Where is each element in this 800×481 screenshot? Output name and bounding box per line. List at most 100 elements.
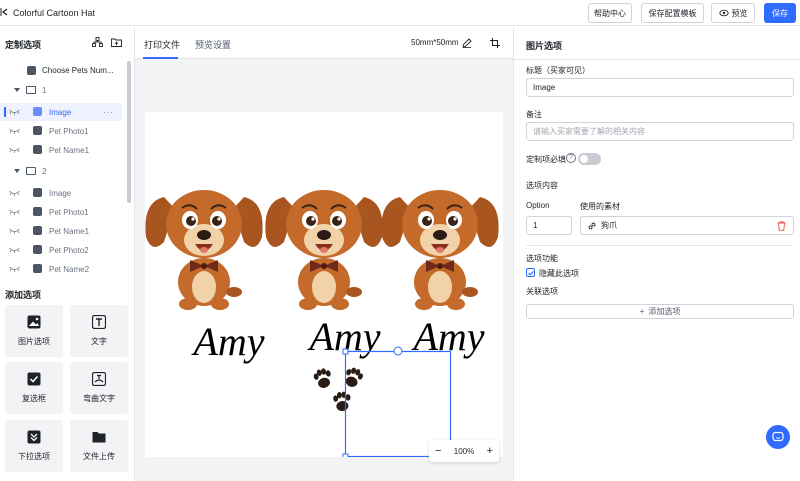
help-center-button[interactable]: 帮助中心 bbox=[588, 3, 632, 23]
save-template-button[interactable]: 保存配置模板 bbox=[641, 3, 704, 23]
more-options-icon[interactable]: ··· bbox=[103, 108, 114, 117]
eye-hidden-icon[interactable] bbox=[9, 247, 20, 253]
hierarchy-icon[interactable] bbox=[92, 37, 103, 47]
design-header: 打印文件 预览设置 50mm*50mm bbox=[135, 27, 513, 59]
tree-item-label: Pet Photo1 bbox=[49, 207, 89, 217]
add-folder-icon[interactable] bbox=[111, 37, 122, 47]
crop-icon[interactable] bbox=[490, 38, 500, 48]
folder-icon bbox=[26, 167, 36, 175]
divider bbox=[514, 59, 800, 60]
tab-preview-settings[interactable]: 预览设置 bbox=[195, 38, 231, 51]
curved-text-icon bbox=[92, 372, 106, 386]
pet-name-text-3: Amy bbox=[410, 314, 484, 359]
add-file-upload-option-tile[interactable]: 文件上传 bbox=[70, 420, 128, 472]
tree-item-label: 1 bbox=[42, 85, 47, 95]
text-icon bbox=[33, 226, 42, 235]
back-icon[interactable] bbox=[0, 7, 10, 17]
resize-handle bbox=[342, 348, 349, 355]
tree-item-pet-photo1[interactable]: Pet Photo1 bbox=[0, 122, 122, 140]
paw-print-1 bbox=[312, 366, 334, 390]
eye-hidden-icon[interactable] bbox=[9, 190, 20, 196]
add-checkbox-option-tile[interactable]: 复选框 bbox=[5, 362, 63, 414]
tree-group-2[interactable]: 2 bbox=[0, 162, 122, 180]
tree-item-label: Pet Name1 bbox=[49, 226, 90, 236]
caret-down-icon[interactable] bbox=[14, 169, 20, 173]
folder-icon bbox=[26, 86, 36, 94]
chat-icon bbox=[772, 431, 784, 442]
title-input[interactable]: Image bbox=[526, 78, 794, 97]
preview-label: 预览 bbox=[731, 8, 748, 18]
tree-item-pet-name1[interactable]: Pet Name1 bbox=[0, 222, 122, 240]
tree-scrollbar[interactable] bbox=[127, 61, 131, 203]
required-toggle[interactable] bbox=[578, 153, 601, 165]
active-tab-indicator bbox=[143, 57, 178, 59]
print-canvas[interactable]: Amy Amy Amy bbox=[144, 112, 503, 460]
preview-button[interactable]: 预览 bbox=[711, 3, 755, 23]
eye-hidden-icon[interactable] bbox=[9, 109, 20, 115]
option-icon bbox=[27, 65, 36, 75]
tile-label: 弯曲文字 bbox=[83, 394, 115, 403]
eye-hidden-icon[interactable] bbox=[9, 266, 20, 272]
tree-item-pet-name2[interactable]: Pet Name2 bbox=[0, 260, 122, 278]
edit-icon[interactable] bbox=[462, 38, 472, 48]
add-option-label: 添加选项 bbox=[648, 307, 681, 316]
option-column-header: Option bbox=[526, 201, 550, 210]
panel-title: 图片选项 bbox=[526, 41, 563, 51]
chat-support-button[interactable] bbox=[766, 425, 790, 449]
option-features-label: 选项功能 bbox=[526, 254, 558, 263]
material-input[interactable]: 狗爪 bbox=[580, 216, 794, 235]
tree-item-choose-pets[interactable]: Choose Pets Num... bbox=[0, 61, 122, 79]
tree-item-image[interactable]: Image bbox=[0, 184, 122, 202]
tree-item-pet-name1[interactable]: Pet Name1 bbox=[0, 141, 122, 159]
resize-handle bbox=[342, 453, 349, 460]
add-text-option-tile[interactable]: 文字 bbox=[70, 305, 128, 357]
help-center-label: 帮助中心 bbox=[594, 8, 626, 18]
help-icon[interactable]: ? bbox=[566, 153, 576, 163]
custom-options-title: 定制选项 bbox=[5, 40, 42, 50]
zoom-out-button[interactable]: − bbox=[435, 445, 441, 457]
tree-group-1[interactable]: 1 bbox=[0, 81, 122, 99]
note-input[interactable]: 请输入买家需要了解的相关内容 bbox=[526, 122, 794, 141]
eye-hidden-icon[interactable] bbox=[9, 209, 20, 215]
eye-hidden-icon[interactable] bbox=[9, 128, 20, 134]
paw-print-3 bbox=[332, 391, 352, 412]
add-dropdown-option-tile[interactable]: 下拉选项 bbox=[5, 420, 63, 472]
zoom-control: − 100% + bbox=[429, 440, 499, 462]
image-icon bbox=[33, 126, 42, 135]
tab-print-file[interactable]: 打印文件 bbox=[144, 38, 180, 51]
trash-icon[interactable] bbox=[777, 221, 786, 231]
text-icon bbox=[92, 315, 106, 329]
caret-down-icon[interactable] bbox=[14, 88, 20, 92]
tree-item-image-selected[interactable]: Image ··· bbox=[0, 103, 122, 121]
tree-item-label: Choose Pets Num... bbox=[42, 65, 114, 75]
pet-name-text-1: Amy bbox=[190, 319, 264, 364]
tree-item-pet-photo2[interactable]: Pet Photo2 bbox=[0, 241, 122, 259]
hide-option-checkbox[interactable] bbox=[526, 268, 535, 277]
zoom-in-button[interactable]: + bbox=[487, 445, 493, 457]
tile-label: 图片选项 bbox=[18, 337, 50, 346]
check-icon bbox=[528, 270, 534, 276]
checkbox-icon bbox=[27, 372, 41, 386]
tree-item-pet-photo1[interactable]: Pet Photo1 bbox=[0, 203, 122, 221]
app-title: Colorful Cartoon Hat bbox=[13, 8, 96, 18]
eye-hidden-icon[interactable] bbox=[9, 147, 20, 153]
dog-image-2 bbox=[264, 189, 384, 311]
option-value-input[interactable]: 1 bbox=[526, 216, 572, 235]
add-image-option-tile[interactable]: 图片选项 bbox=[5, 305, 63, 357]
tree-item-label: 2 bbox=[42, 166, 47, 176]
add-curved-text-option-tile[interactable]: 弯曲文字 bbox=[70, 362, 128, 414]
zoom-level: 100% bbox=[453, 446, 475, 456]
eye-hidden-icon[interactable] bbox=[9, 228, 20, 234]
image-icon bbox=[33, 188, 42, 197]
left-panel: 定制选项 Choose Pets Num... 1 Image ··· Pet … bbox=[0, 27, 135, 481]
tile-label: 复选框 bbox=[22, 394, 46, 403]
save-template-label: 保存配置模板 bbox=[648, 8, 697, 18]
required-label: 定制项必填 bbox=[526, 155, 566, 164]
save-button[interactable]: 保存 bbox=[764, 3, 796, 23]
add-linked-option-button[interactable]: + 添加选项 bbox=[526, 304, 794, 319]
selection-indicator bbox=[4, 107, 6, 117]
hide-option-label: 隐藏此选项 bbox=[539, 269, 579, 278]
canvas-size-label: 50mm*50mm bbox=[411, 38, 459, 47]
tree-item-label: Pet Photo2 bbox=[49, 245, 89, 255]
tree-item-label: Pet Name1 bbox=[49, 145, 90, 155]
